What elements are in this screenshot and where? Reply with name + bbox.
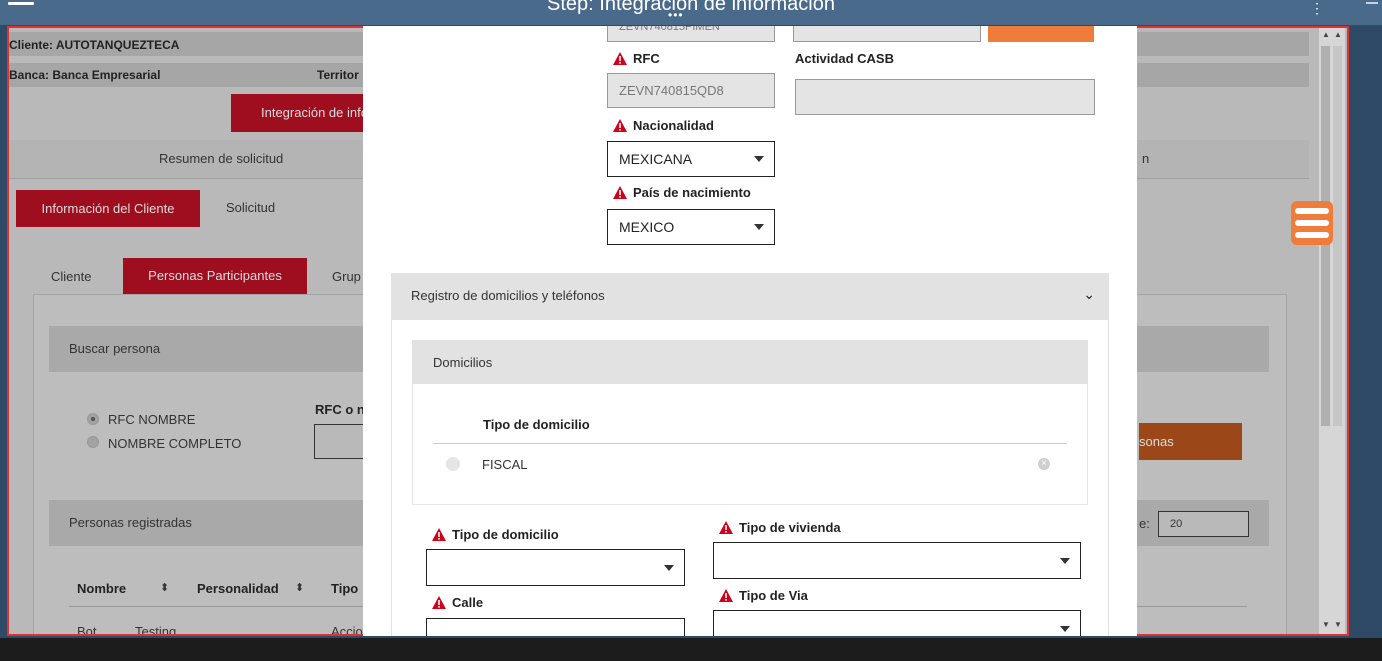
warning-icon xyxy=(432,596,446,609)
scroll-down-icon[interactable]: ▼ xyxy=(1322,620,1330,629)
scroll-up-icon[interactable]: ▲ xyxy=(1334,30,1342,39)
banca-label: Banca: Banca Empresarial xyxy=(9,68,161,82)
warning-icon xyxy=(613,52,627,65)
warning-icon xyxy=(719,521,733,534)
tipo-via-label: Tipo de Via xyxy=(719,588,808,603)
more-icon[interactable]: ••• xyxy=(668,8,684,22)
domicilios-header: Domicilios xyxy=(412,340,1088,384)
top-orange-button[interactable] xyxy=(988,26,1094,42)
registro-title: Registro de domicilios y teléfonos xyxy=(411,288,605,303)
rfc-input[interactable]: ZEVN740815QD8 xyxy=(607,73,775,108)
chevron-down-icon[interactable]: ⌄ xyxy=(1083,286,1095,303)
scroll-up-icon[interactable]: ▲ xyxy=(1322,30,1330,39)
chevron-down-icon xyxy=(754,156,764,162)
chevron-down-icon xyxy=(754,224,764,230)
registro-accordion-header[interactable]: Registro de domicilios y teléfonos ⌄ xyxy=(391,273,1109,319)
warning-icon xyxy=(719,589,733,602)
buscar-title: Buscar persona xyxy=(69,341,161,356)
actividad-input[interactable] xyxy=(795,79,1095,115)
tipo-domicilio-column: Tipo de domicilio xyxy=(483,417,590,432)
page-size-input[interactable]: 20 xyxy=(1158,511,1249,537)
scroll-down-icon[interactable]: ▼ xyxy=(1334,620,1342,629)
warning-icon xyxy=(613,119,627,132)
domicilio-radio[interactable] xyxy=(446,457,460,471)
row-apellido: Testing xyxy=(135,624,177,636)
actividad-label: Actividad CASB xyxy=(795,51,894,66)
minimize-icon[interactable] xyxy=(1366,2,1378,4)
resumen-step[interactable]: Resumen de solicitud xyxy=(159,151,283,166)
rfc-label: RFC xyxy=(613,51,660,66)
sort-icon[interactable]: ⬍ xyxy=(295,581,304,594)
rfc-o-label: RFC o n xyxy=(315,402,365,417)
radio-nombre-completo-label: NOMBRE COMPLETO xyxy=(108,436,242,451)
tipo-via-select[interactable] xyxy=(713,610,1081,636)
row-nombre: Bot xyxy=(77,624,97,636)
domicilios-title: Domicilios xyxy=(433,355,493,370)
registradas-title: Personas registradas xyxy=(69,515,192,530)
fiscal-value: FISCAL xyxy=(482,457,528,472)
territorio-label: Territor xyxy=(317,68,359,82)
pais-select[interactable]: MEXICO xyxy=(607,209,775,245)
tab-solicitud[interactable]: Solicitud xyxy=(226,200,275,215)
col-nombre[interactable]: Nombre xyxy=(77,581,126,596)
buscar-personas-button[interactable]: sonas xyxy=(1139,423,1242,460)
modal-dialog: ZEVN740815PIMEN RFC Actividad CASB ZEVN7… xyxy=(363,26,1137,636)
integracion-button[interactable]: Integración de infor xyxy=(231,94,371,132)
taskbar xyxy=(0,638,1382,661)
nacionalidad-select[interactable]: MEXICANA xyxy=(607,141,775,177)
chevron-down-icon xyxy=(1060,557,1070,564)
subtab-personas-participantes[interactable]: Personas Participantes xyxy=(123,258,307,294)
nacionalidad-label: Nacionalidad xyxy=(613,118,714,133)
warning-icon xyxy=(613,186,627,199)
tab-informacion-cliente[interactable]: Información del Cliente xyxy=(16,190,200,227)
row-tipo: Accio xyxy=(331,624,363,636)
subtab-grupo[interactable]: Grup xyxy=(332,269,361,284)
tipo-vivienda-label: Tipo de vivienda xyxy=(719,520,841,535)
warning-icon xyxy=(432,528,446,541)
client-label: Cliente: AUTOTANQUEZTECA xyxy=(9,38,180,52)
table-divider xyxy=(433,443,1067,444)
col-tipo[interactable]: Tipo xyxy=(331,581,358,596)
calle-input[interactable] xyxy=(426,618,685,636)
title-bar: Step: Integración de información ••• ⋮ xyxy=(0,0,1382,25)
chevron-down-icon xyxy=(664,564,674,571)
tipo-domicilio-label: Tipo de domicilio xyxy=(432,527,559,542)
pais-label: País de nacimiento xyxy=(613,185,751,200)
radio-rfc-nombre[interactable] xyxy=(87,413,99,425)
calle-label: Calle xyxy=(432,595,483,610)
floating-menu-icon[interactable] xyxy=(1291,201,1333,245)
chevron-down-icon xyxy=(1060,625,1070,632)
scrollbar-thumb-secondary[interactable] xyxy=(1333,46,1342,426)
kebab-menu-icon[interactable]: ⋮ xyxy=(1310,0,1324,17)
domicilios-body xyxy=(412,384,1088,505)
sort-icon[interactable]: ⬍ xyxy=(160,581,169,594)
top-field-right[interactable] xyxy=(793,26,981,42)
step-right-label[interactable]: n xyxy=(1142,151,1149,166)
tipo-vivienda-select[interactable] xyxy=(713,542,1081,579)
col-personalidad[interactable]: Personalidad xyxy=(197,581,279,596)
radio-nombre-completo[interactable] xyxy=(87,436,99,448)
scrollbar[interactable]: ▲ ▲ ▼ ▼ xyxy=(1319,28,1345,634)
top-field-left[interactable]: ZEVN740815PIMEN xyxy=(607,26,775,42)
subtab-cliente[interactable]: Cliente xyxy=(51,269,91,284)
page-size-label: e: xyxy=(1139,516,1150,531)
tipo-domicilio-select[interactable] xyxy=(426,549,685,586)
remove-icon[interactable]: × xyxy=(1038,458,1050,470)
window-title: Step: Integración de información xyxy=(547,0,835,15)
radio-rfc-nombre-label: RFC NOMBRE xyxy=(108,412,196,427)
